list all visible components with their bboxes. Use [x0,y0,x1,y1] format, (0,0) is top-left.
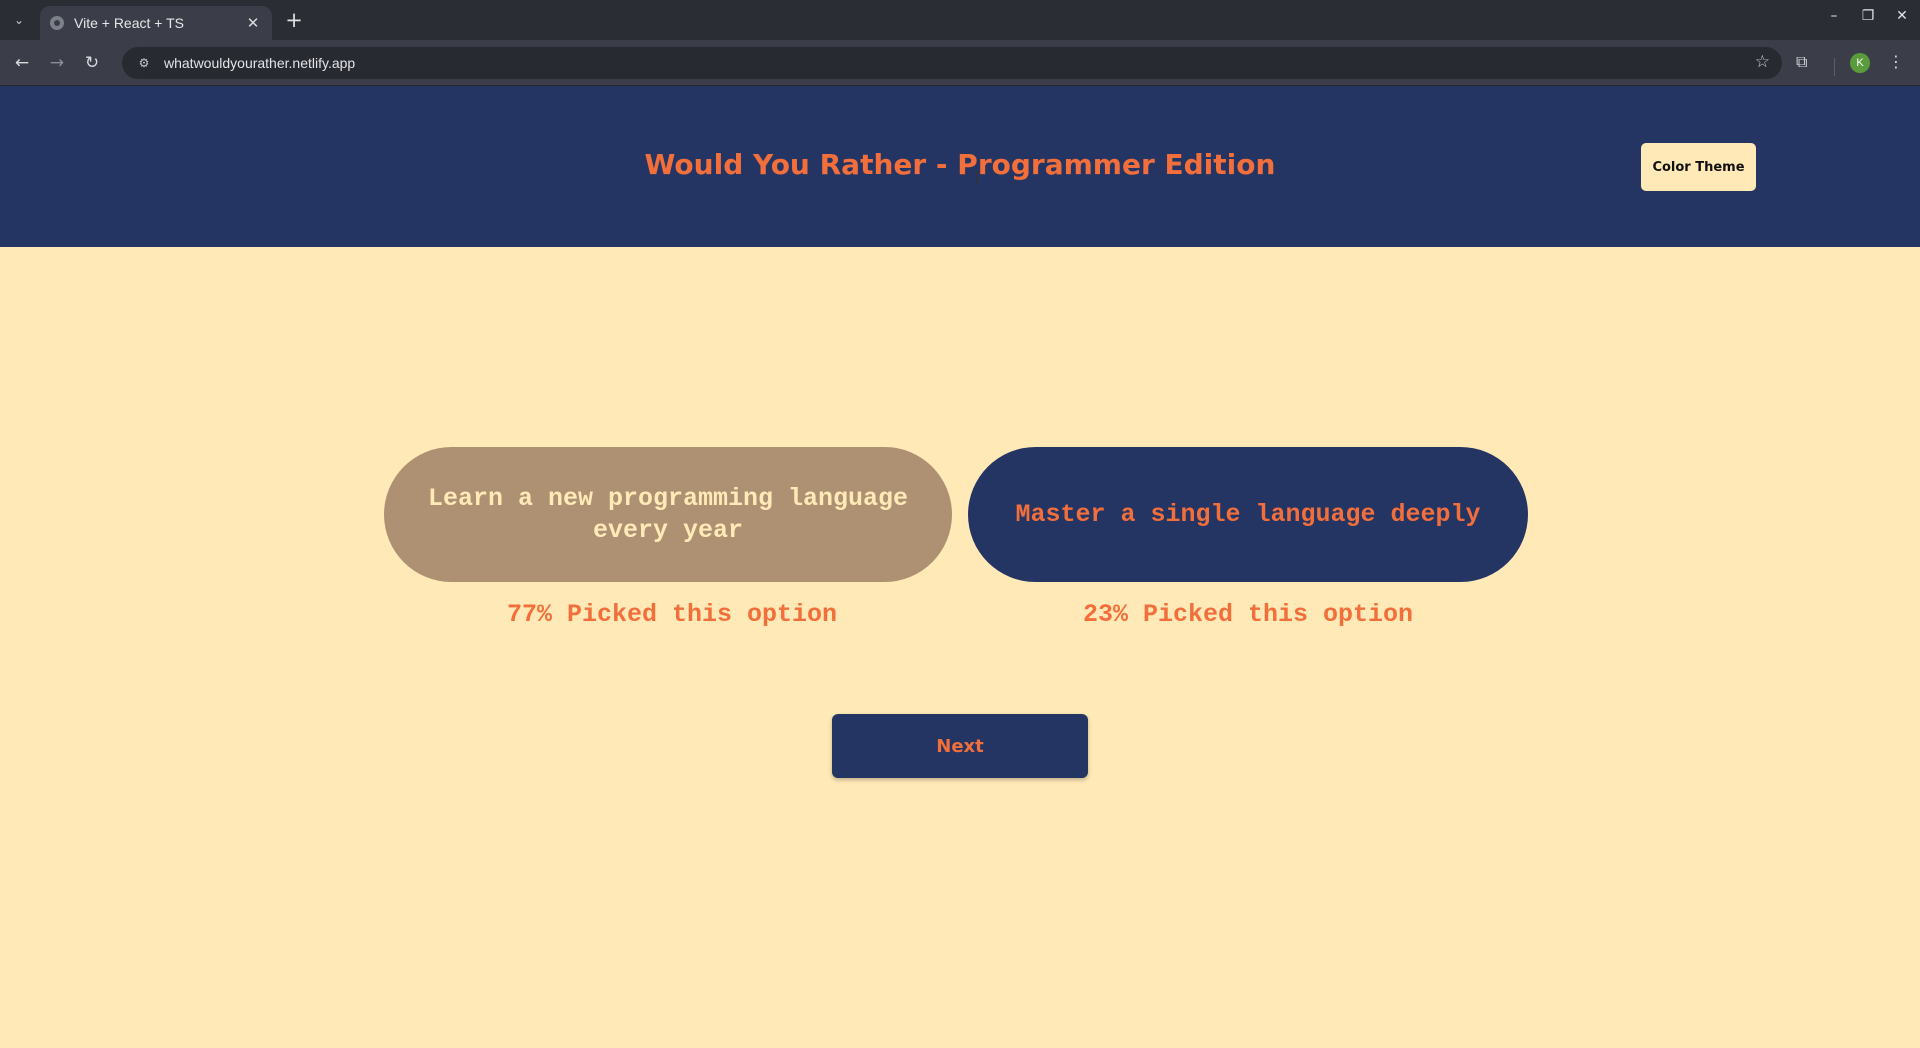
window-controls: – ❐ ✕ [1824,6,1912,26]
tab-title: Vite + React + TS [74,15,184,31]
close-icon[interactable]: ✕ [244,14,262,32]
app-header: Would You Rather - Programmer Edition Co… [0,86,1920,247]
restore-icon[interactable]: ❐ [1858,6,1878,26]
tab-strip: ⌄ Vite + React + TS ✕ + – ❐ ✕ [0,0,1920,40]
browser-toolbar: ← → ↻ ⚙ whatwouldyourather.netlify.app ☆… [0,40,1920,86]
address-bar[interactable]: ⚙ whatwouldyourather.netlify.app ☆ [122,47,1782,79]
page-title: Would You Rather - Programmer Edition [644,148,1276,181]
globe-icon [50,16,64,30]
option-b-result: 23% Picked this option [1082,600,1414,629]
color-theme-button[interactable]: Color Theme [1641,143,1756,191]
browser-tab[interactable]: Vite + React + TS ✕ [40,6,272,40]
site-info-icon[interactable]: ⚙ [134,53,154,73]
forward-arrow-icon[interactable]: → [45,51,69,75]
chevron-down-icon[interactable]: ⌄ [6,8,32,32]
new-tab-button[interactable]: + [282,8,306,32]
url-text[interactable]: whatwouldyourather.netlify.app [164,55,355,71]
back-arrow-icon[interactable]: ← [10,51,34,75]
page-content: Would You Rather - Programmer Edition Co… [0,86,1920,1048]
option-b-button[interactable]: Master a single language deeply [968,447,1528,582]
star-icon[interactable]: ☆ [1755,52,1770,72]
puzzle-icon[interactable]: ⧉ [1796,52,1807,72]
kebab-menu-icon[interactable]: ⋮ [1888,52,1904,71]
next-button[interactable]: Next [832,714,1088,778]
option-a-button[interactable]: Learn a new programming language every y… [384,447,952,582]
option-a-result: 77% Picked this option [506,600,838,629]
toolbar-divider [1834,58,1835,76]
profile-avatar[interactable]: K [1850,53,1870,73]
text-cursor-icon: I [974,168,980,189]
minimize-icon[interactable]: – [1824,6,1844,26]
close-window-icon[interactable]: ✕ [1892,6,1912,26]
reload-icon[interactable]: ↻ [80,51,104,75]
